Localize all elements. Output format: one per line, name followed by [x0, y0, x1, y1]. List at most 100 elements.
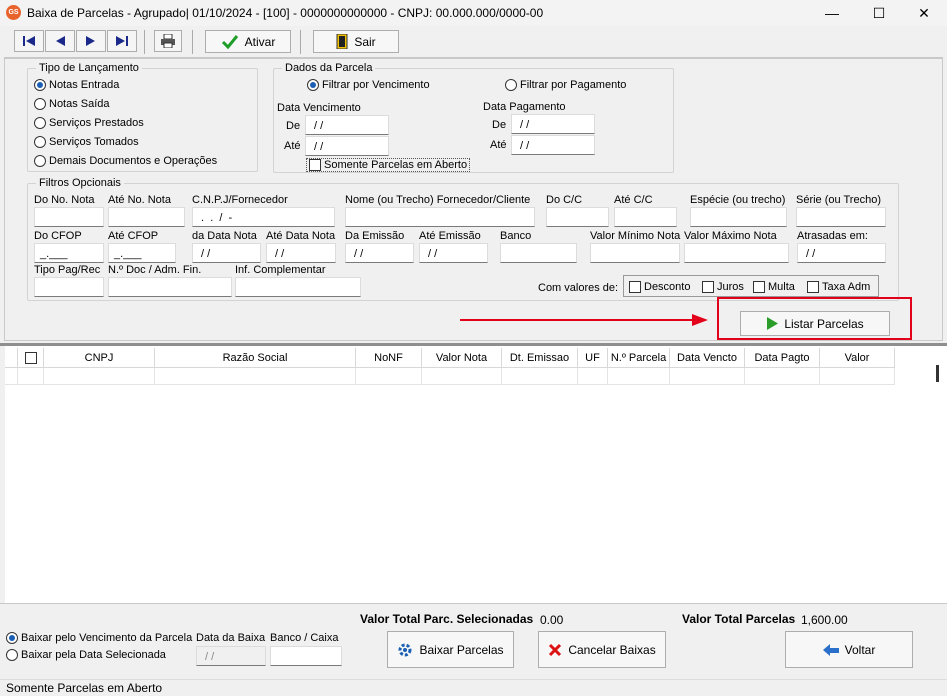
- pagamento-de-input[interactable]: / /: [511, 114, 595, 134]
- juros-checkbox[interactable]: Juros: [702, 281, 744, 293]
- vencimento-ate-input[interactable]: / /: [305, 136, 389, 156]
- ate-data-nota-input[interactable]: / /: [266, 243, 336, 263]
- close-button[interactable]: ✕: [901, 0, 947, 26]
- grid-cell: [5, 368, 18, 385]
- do-no-nota-input[interactable]: [34, 207, 104, 227]
- tipo-pag-input[interactable]: [34, 277, 104, 297]
- total-parcelas-value: 1,600.00: [801, 613, 848, 627]
- serie-input[interactable]: [796, 207, 886, 227]
- ate-no-nota-input[interactable]: [108, 207, 185, 227]
- inf-complementar-label: Inf. Complementar: [235, 264, 326, 276]
- grid-cell: [608, 368, 670, 385]
- radio-icon: [6, 632, 18, 644]
- voltar-button[interactable]: Voltar: [785, 631, 913, 668]
- tipo-pag-label: Tipo Pag/Rec: [34, 264, 101, 276]
- last-record-button[interactable]: [107, 30, 137, 52]
- minimize-button[interactable]: —: [809, 0, 855, 26]
- radio-servicos-prestados[interactable]: Serviços Prestados: [34, 117, 144, 129]
- ate-cfop-input[interactable]: _.___: [108, 243, 176, 263]
- previous-record-button[interactable]: [45, 30, 75, 52]
- status-bar: Somente Parcelas em Aberto: [0, 679, 947, 695]
- do-cc-input[interactable]: [546, 207, 609, 227]
- radio-baixar-data[interactable]: Baixar pela Data Selecionada: [6, 649, 166, 661]
- tipo-lancamento-legend: Tipo de Lançamento: [39, 62, 139, 74]
- banco-input[interactable]: [500, 243, 577, 263]
- col-dt-emissao[interactable]: Dt. Emissao: [502, 348, 578, 368]
- taxa-adm-checkbox[interactable]: Taxa Adm: [807, 281, 870, 293]
- do-cfop-input[interactable]: _.___: [34, 243, 104, 263]
- print-button[interactable]: [154, 30, 182, 52]
- grid-cell: [745, 368, 820, 385]
- play-icon: [767, 317, 779, 330]
- radio-filtrar-vencimento[interactable]: Filtrar por Vencimento: [307, 79, 430, 91]
- inf-complementar-input[interactable]: [235, 277, 361, 297]
- ate-no-nota-label: Até No. Nota: [108, 194, 171, 206]
- ate-cc-input[interactable]: [614, 207, 677, 227]
- grid-cell: [356, 368, 422, 385]
- radio-servicos-tomados[interactable]: Serviços Tomados: [34, 136, 139, 148]
- radio-notas-saida[interactable]: Notas Saída: [34, 98, 110, 110]
- col-no-parcela[interactable]: N.º Parcela: [608, 348, 670, 368]
- somente-aberto-checkbox[interactable]: Somente Parcelas em Aberto: [306, 158, 471, 172]
- col-valor[interactable]: Valor: [820, 348, 895, 368]
- multa-checkbox[interactable]: Multa: [753, 281, 795, 293]
- first-record-button[interactable]: [14, 30, 44, 52]
- no-doc-label: N.º Doc / Adm. Fin.: [108, 264, 202, 276]
- grid-cell: [155, 368, 356, 385]
- atrasadas-label: Atrasadas em:: [797, 230, 868, 242]
- pagamento-ate-input[interactable]: / /: [511, 135, 595, 155]
- grid-corner: [5, 348, 18, 368]
- cnpj-fornecedor-input[interactable]: . . / -: [192, 207, 335, 227]
- vertical-scrollbar[interactable]: [936, 365, 939, 382]
- radio-baixar-vencimento[interactable]: Baixar pelo Vencimento da Parcela: [6, 632, 192, 644]
- radio-icon: [34, 79, 46, 91]
- vencimento-de-input[interactable]: / /: [305, 115, 389, 135]
- desconto-checkbox[interactable]: Desconto: [629, 281, 690, 293]
- cnpj-fornecedor-label: C.N.P.J/Fornecedor: [192, 194, 288, 206]
- do-cc-label: Do C/C: [546, 194, 583, 206]
- col-uf[interactable]: UF: [578, 348, 608, 368]
- col-razao-social[interactable]: Razão Social: [155, 348, 356, 368]
- pag-de-label: De: [492, 119, 507, 131]
- checkbox-icon: [753, 281, 765, 293]
- next-record-button[interactable]: [76, 30, 106, 52]
- especie-input[interactable]: [690, 207, 787, 227]
- col-data-vencto[interactable]: Data Vencto: [670, 348, 745, 368]
- valor-minimo-input[interactable]: [590, 243, 680, 263]
- col-cnpj[interactable]: CNPJ: [44, 348, 155, 368]
- col-nonf[interactable]: NoNF: [356, 348, 422, 368]
- especie-label: Espécie (ou trecho): [690, 194, 786, 206]
- toolbar: Ativar Sair: [4, 27, 943, 58]
- grid-left-border: [0, 346, 5, 603]
- baixar-parcelas-button[interactable]: Baixar Parcelas: [387, 631, 514, 668]
- listar-parcelas-button[interactable]: Listar Parcelas: [740, 311, 890, 336]
- da-emissao-input[interactable]: / /: [345, 243, 414, 263]
- no-doc-input[interactable]: [108, 277, 232, 297]
- da-emissao-label: Da Emissão: [345, 230, 405, 242]
- valor-maximo-input[interactable]: [684, 243, 789, 263]
- col-data-pagto[interactable]: Data Pagto: [745, 348, 820, 368]
- banco-caixa-input[interactable]: [270, 646, 342, 666]
- nome-fornecedor-input[interactable]: [345, 207, 535, 227]
- next-icon: [86, 36, 95, 46]
- data-baixa-input[interactable]: / /: [196, 646, 266, 666]
- previous-icon: [56, 36, 65, 46]
- cancelar-baixas-button[interactable]: Cancelar Baixas: [538, 631, 666, 668]
- toolbar-separator: [144, 30, 145, 54]
- radio-filtrar-pagamento[interactable]: Filtrar por Pagamento: [505, 79, 626, 91]
- ativar-button[interactable]: Ativar: [205, 30, 291, 53]
- radio-notas-entrada[interactable]: Notas Entrada: [34, 79, 119, 91]
- toolbar-separator: [192, 30, 193, 54]
- select-all-checkbox[interactable]: [18, 348, 44, 368]
- radio-icon: [6, 649, 18, 661]
- sair-button[interactable]: Sair: [313, 30, 399, 53]
- radio-demais-documentos[interactable]: Demais Documentos e Operações: [34, 155, 217, 167]
- atrasadas-input[interactable]: / /: [797, 243, 886, 263]
- last-icon: [116, 36, 128, 46]
- ate-emissao-input[interactable]: / /: [419, 243, 488, 263]
- col-valor-nota[interactable]: Valor Nota: [422, 348, 502, 368]
- maximize-button[interactable]: ☐: [856, 0, 902, 26]
- da-data-nota-input[interactable]: / /: [192, 243, 261, 263]
- banco-label: Banco: [500, 230, 532, 242]
- dados-parcela-legend: Dados da Parcela: [285, 62, 373, 74]
